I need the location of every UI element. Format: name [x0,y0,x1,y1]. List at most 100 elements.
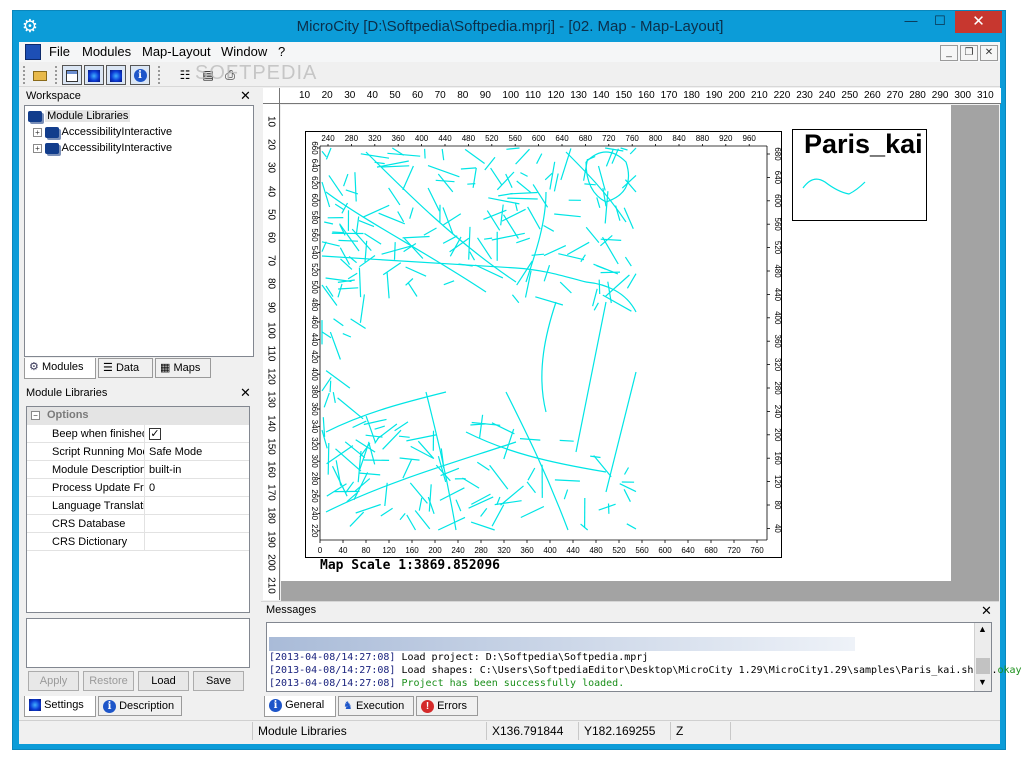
layout-properties-icon[interactable]: ☷ [175,65,195,85]
tree-root[interactable]: Module Libraries [28,108,131,124]
toolbar-separator [158,66,160,84]
restore-button[interactable]: Restore [83,671,134,691]
settings-row-update-frequency[interactable]: Process Update Frequency 0 [27,479,249,497]
settings-row-crs-database[interactable]: CRS Database [27,515,249,533]
workspace-close-icon[interactable]: ✕ [240,88,251,103]
left-axis-label: 560 [310,228,319,242]
scroll-up-arrow-icon[interactable]: ▲ [978,624,987,634]
collapse-minus-icon[interactable]: − [31,411,40,420]
right-axis-label: 520 [773,241,781,255]
tab-execution[interactable]: ♞ Execution [338,696,414,716]
tab-maps[interactable]: ▦ Maps [155,358,211,378]
open-folder-icon[interactable] [30,65,50,85]
road-segment [516,237,530,244]
road-segment [321,284,338,306]
bottom-axis-label: 400 [543,546,557,555]
close-button[interactable]: ✕ [955,11,1002,33]
top-axis-label: 680 [579,134,593,143]
tab-general[interactable]: i General [264,696,336,717]
ruler-tick-label: 210 [265,577,277,594]
settings-row-crs-dictionary[interactable]: CRS Dictionary [27,533,249,551]
layout-toggle-icon[interactable] [106,65,126,85]
mdi-minimize-button[interactable]: _ [940,45,958,61]
road-segment [365,415,376,443]
left-axis-label: 460 [310,315,319,329]
tree-item[interactable]: + AccessibilityInteractive [33,124,172,140]
menu-map-layout[interactable]: Map-Layout [142,44,211,60]
left-axis-label: 600 [310,194,319,208]
apply-button[interactable]: Apply [28,671,79,691]
tab-data[interactable]: ☰ Data [98,358,153,378]
scroll-down-arrow-icon[interactable]: ▼ [978,677,987,687]
road-segment [584,183,596,186]
menu-help[interactable]: ? [278,44,285,60]
load-button[interactable]: Load [138,671,189,691]
toolbar-grip[interactable] [23,66,25,84]
road-segment [360,153,390,159]
menu-file[interactable]: File [49,44,70,60]
settings-row-beep[interactable]: Beep when finished ✓ [27,425,249,443]
road-segment [500,204,504,226]
menu-modules[interactable]: Modules [82,44,131,60]
info-icon: i [269,698,282,712]
road-segment [515,148,530,165]
app-gear-icon[interactable]: ⚙ [19,15,41,37]
road-segment [321,255,587,283]
ruler-tick-label: 180 [683,90,700,101]
mdi-restore-button[interactable]: ❐ [960,45,978,61]
road-segment [338,239,359,242]
menu-window[interactable]: Window [221,44,267,60]
window-title: MicroCity [D:\Softpedia\Softpedia.mprj] … [296,18,724,35]
messages-scrollbar[interactable]: ▲ ▼ [974,623,991,691]
bottom-axis-label: 80 [362,546,371,555]
section-options[interactable]: − Options [27,407,249,425]
tab-description[interactable]: i Description [98,696,182,716]
left-axis-label: 620 [310,176,319,190]
ruler-tick-label: 170 [265,484,277,502]
road-segment [553,173,559,192]
settings-icon [29,699,41,712]
minimize-button[interactable]: — [897,11,925,33]
mdi-close-button[interactable]: ✕ [980,45,998,61]
road-segment [333,318,344,327]
road-segment [593,302,599,311]
road-segment [460,167,477,170]
tree-item[interactable]: + AccessibilityInteractive [33,140,172,156]
messages-close-icon[interactable]: ✕ [981,603,992,618]
expand-plus-icon[interactable]: + [33,127,42,137]
tab-modules[interactable]: ⚙ Modules [24,358,96,379]
expand-plus-icon[interactable]: + [33,143,42,153]
settings-row-language[interactable]: Language Translations [27,497,249,515]
messages-log[interactable]: [2013-04-08/14:27:08] Load project: D:\S… [266,622,1022,692]
road-segment [442,235,458,244]
settings-toggle-icon[interactable] [84,65,104,85]
info-icon[interactable]: i [130,65,150,85]
road-segment [351,228,372,251]
road-segment [549,161,556,190]
tab-errors[interactable]: ! Errors [416,696,478,716]
left-axis-label: 260 [310,489,319,503]
maximize-button[interactable]: ☐ [926,11,954,33]
top-axis-label: 240 [321,134,335,143]
save-button[interactable]: Save [193,671,244,691]
right-axis-label: 320 [773,358,781,372]
left-axis-label: 480 [310,298,319,312]
map-frame[interactable]: 240 280 320 360 400 440 480 520 560 600 640 680 720 7… [305,131,782,558]
road-segment [592,288,598,307]
road-segment [382,262,402,276]
messages-title: Messages [262,602,362,619]
top-axis-label: 960 [743,134,757,143]
settings-close-icon[interactable]: ✕ [240,385,251,400]
mdi-doc-icon[interactable] [25,44,41,60]
scroll-thumb[interactable] [976,658,990,674]
settings-row-module-description[interactable]: Module Description built-in [27,461,249,479]
road-segment [623,467,630,475]
ruler-tick-label: 290 [931,90,949,101]
tab-settings[interactable]: Settings [24,696,96,717]
settings-row-script-mode[interactable]: Script Running Mode Safe Mode [27,443,249,461]
workspace-toggle-icon[interactable] [62,65,82,85]
road-segment [598,503,616,511]
road-segment [355,216,360,235]
message-line: [2013-04-08/14:27:08] Project has been s… [269,677,1022,690]
beep-checkbox[interactable]: ✓ [149,428,161,441]
